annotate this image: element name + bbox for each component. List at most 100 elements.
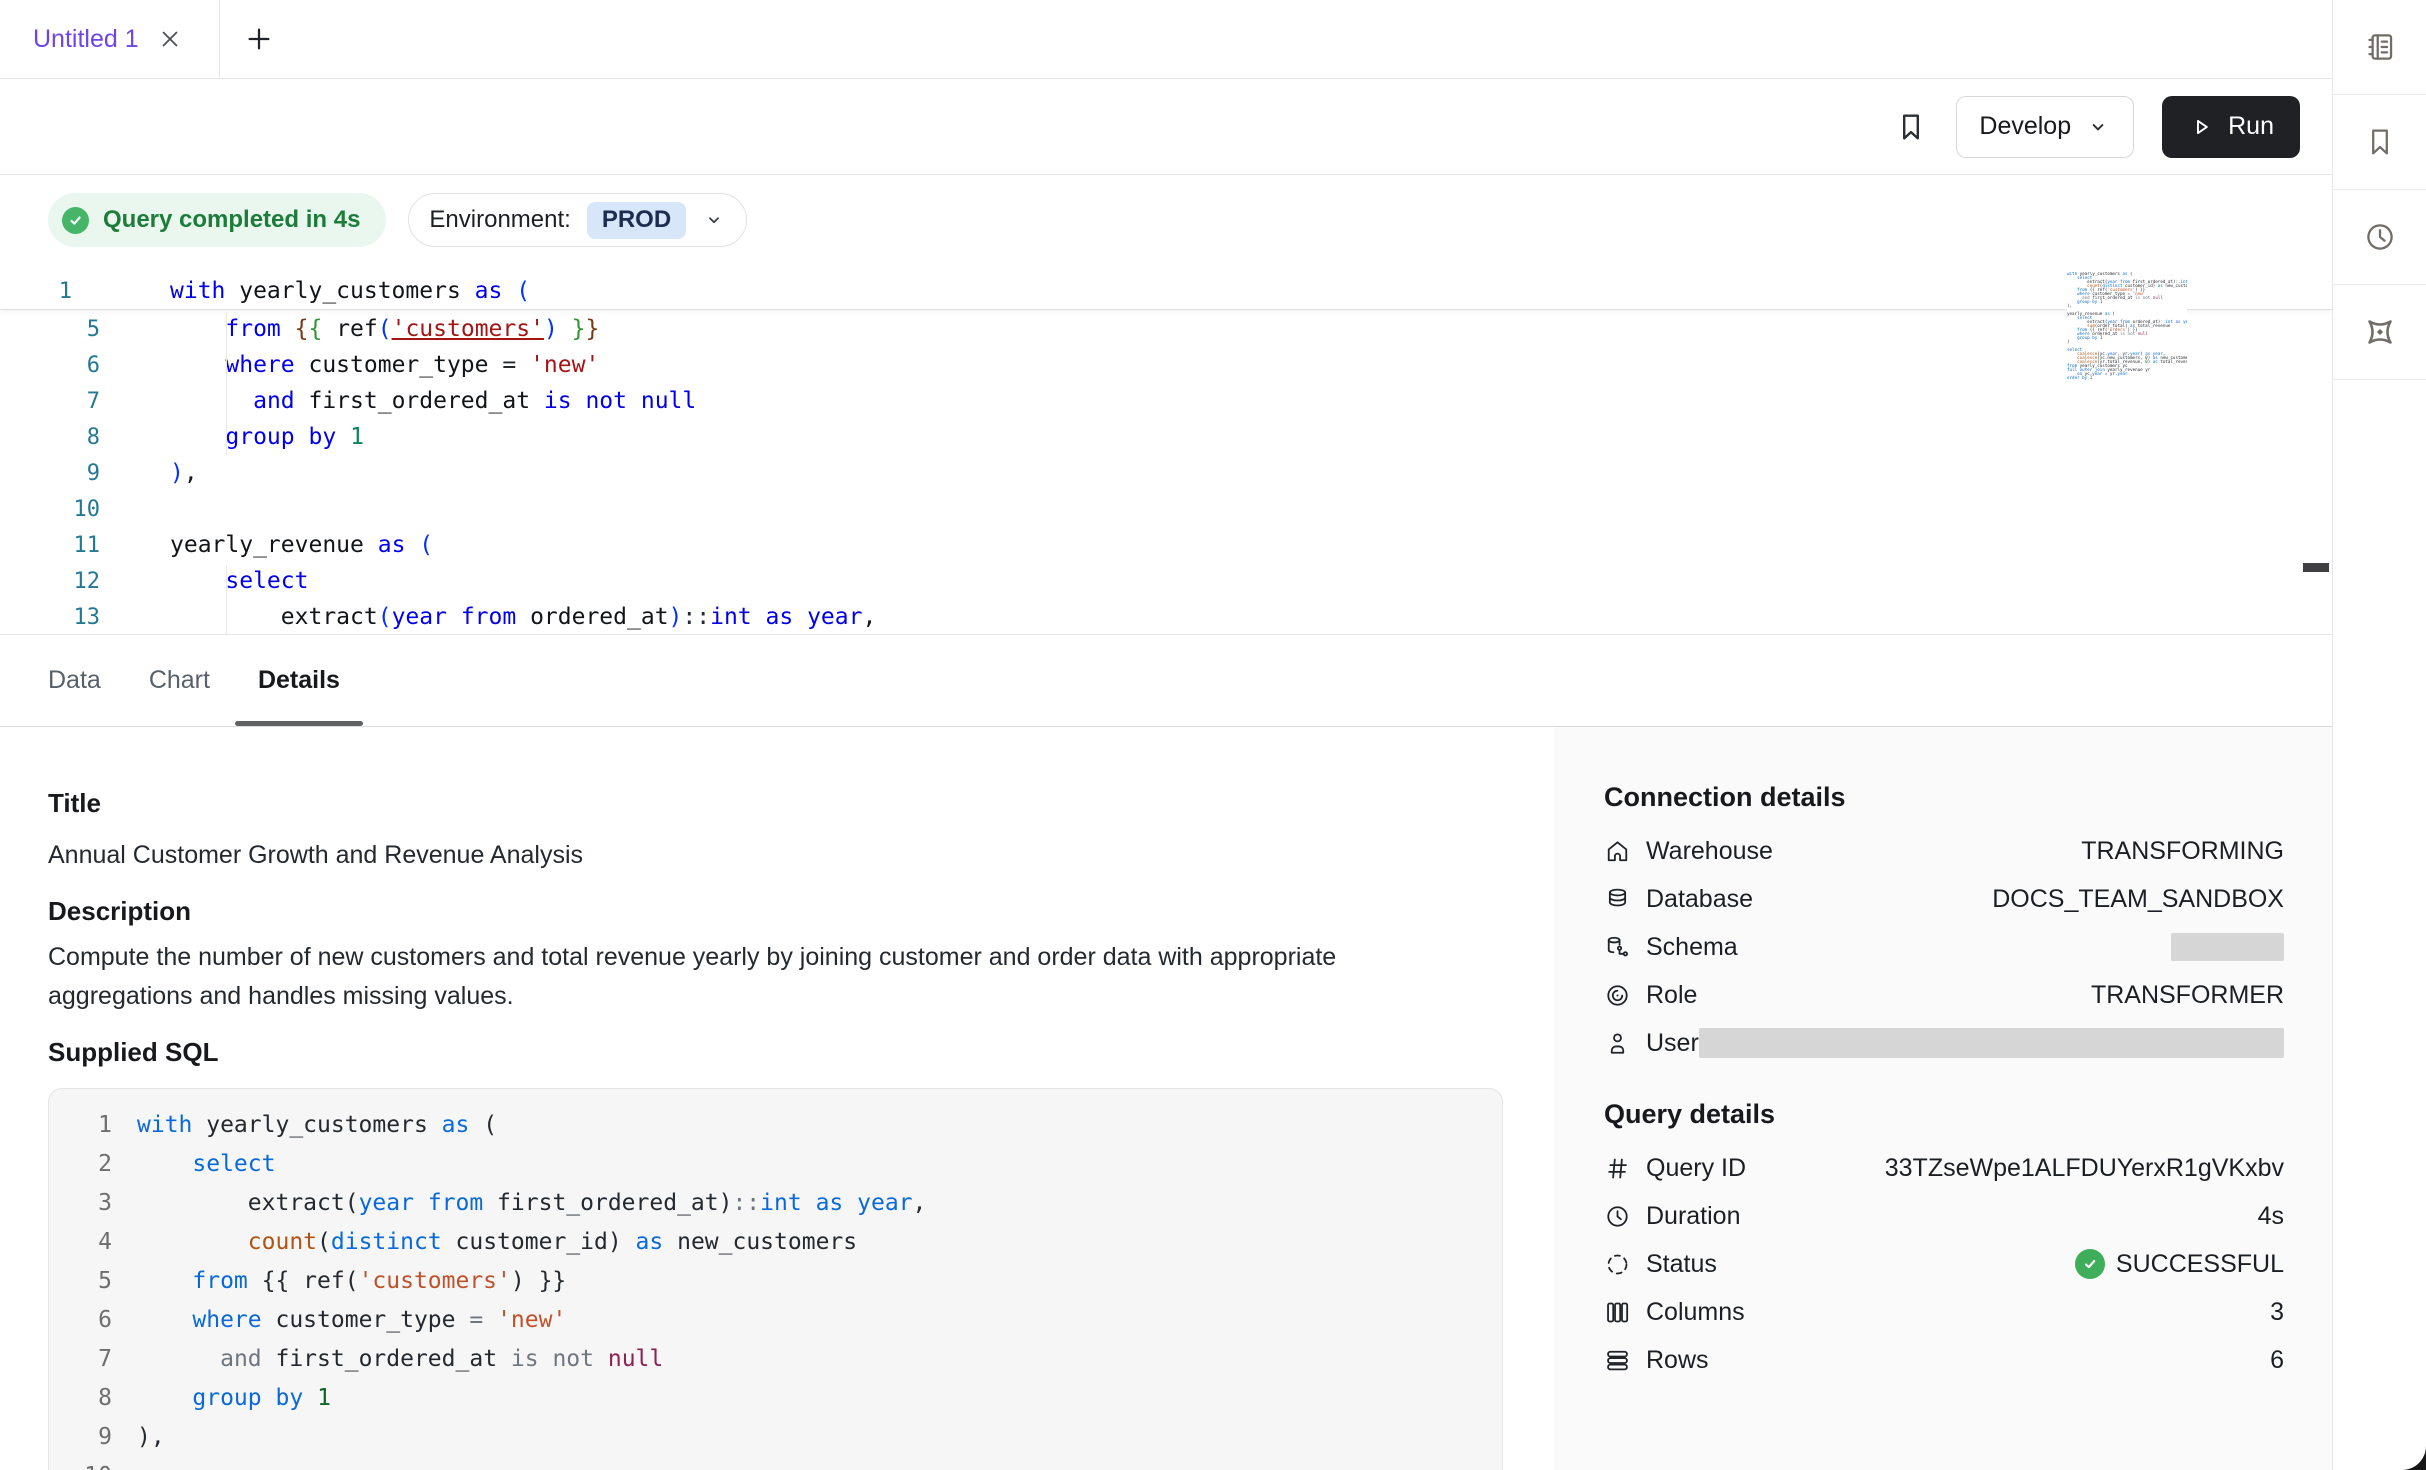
- line-number: 13: [0, 605, 135, 630]
- editor-line-10[interactable]: 10: [0, 491, 2332, 527]
- editor-minimap[interactable]: with yearly_customers as ( select extrac…: [2067, 272, 2187, 382]
- code-text: group by 1: [137, 1385, 331, 1411]
- bookmarks-panel-button[interactable]: [2333, 95, 2426, 190]
- editor-scrollbar-handle[interactable]: [2303, 563, 2329, 572]
- connection-row-schema: Schema: [1604, 923, 2284, 971]
- detail-value: DOCS_TEAM_SANDBOX: [1992, 885, 2284, 914]
- line-number: 1: [0, 279, 135, 304]
- code-text: from {{ ref('customers') }}: [137, 1268, 566, 1294]
- new-tab-icon[interactable]: [244, 24, 274, 54]
- detail-label: Schema: [1646, 933, 1738, 962]
- indent-guide: [226, 565, 227, 635]
- editor-line-6[interactable]: 6 where customer_type = 'new': [0, 347, 2332, 383]
- check-circle-icon: [62, 207, 89, 234]
- columns-icon: [1604, 1299, 1631, 1326]
- sql-line-2: 2 select: [66, 1144, 1502, 1183]
- right-icon-rail: [2332, 0, 2426, 1470]
- description-line: aggregations and handles missing values.: [48, 984, 1554, 1009]
- environment-value-chip: PROD: [587, 202, 686, 239]
- toolbar: Develop Run: [0, 79, 2332, 175]
- editor-line-5[interactable]: 5 from {{ ref('customers') }}: [0, 311, 2332, 347]
- sql-editor[interactable]: 1 with yearly_customers as ( 5 from {{ ref…: [0, 265, 2332, 635]
- detail-label: Duration: [1646, 1202, 1741, 1231]
- indent-guide: [226, 313, 227, 455]
- editor-lines: 1 with yearly_customers as ( 5 from {{ ref…: [0, 273, 2332, 635]
- detail-value: 6: [2270, 1346, 2284, 1375]
- line-number: 5: [66, 1268, 112, 1294]
- code-text: with yearly_customers as (: [137, 1112, 497, 1138]
- connection-row-role: RoleTRANSFORMER: [1604, 971, 2284, 1019]
- line-number: 8: [0, 425, 135, 450]
- code-text: and first_ordered_at is not null: [137, 1346, 663, 1372]
- code-text: count(distinct customer_id) as new_custo…: [137, 1229, 857, 1255]
- history-clock-icon: [2363, 220, 2397, 254]
- warehouse-icon: [1604, 838, 1631, 865]
- code-text: and first_ordered_at is not null: [170, 388, 696, 414]
- line-number: 11: [0, 533, 135, 558]
- query-row-status: StatusSUCCESSFUL: [1604, 1240, 2284, 1288]
- bookmark-icon[interactable]: [1894, 109, 1928, 145]
- window-corner: [2398, 1442, 2426, 1470]
- dbt-panel-button[interactable]: [2333, 285, 2426, 380]
- sql-line-8: 8 group by 1: [66, 1378, 1502, 1417]
- query-row-rows: Rows6: [1604, 1336, 2284, 1384]
- code-text: with yearly_customers as (: [170, 278, 530, 304]
- line-number: 1: [66, 1112, 112, 1138]
- editor-line-13[interactable]: 13 extract(year from ordered_at)::int as…: [0, 599, 2332, 635]
- run-button[interactable]: Run: [2162, 96, 2300, 158]
- detail-value: 3: [2270, 1298, 2284, 1327]
- detail-value: 4s: [2258, 1202, 2284, 1231]
- editor-line-12[interactable]: 12 select: [0, 563, 2332, 599]
- code-text: where customer_type = 'new': [170, 352, 599, 378]
- query-details-heading: Query details: [1604, 1099, 2284, 1130]
- line-number: 6: [66, 1307, 112, 1333]
- description-heading: Description: [48, 896, 1554, 927]
- code-text: select: [170, 568, 308, 594]
- query-status-text: Query completed in 4s: [103, 206, 360, 234]
- code-text: select: [137, 1151, 275, 1177]
- line-number: 2: [66, 1151, 112, 1177]
- tab-details[interactable]: Details: [258, 635, 340, 726]
- loader-icon: [1604, 1251, 1631, 1278]
- editor-line-8[interactable]: 8 group by 1: [0, 419, 2332, 455]
- tab-untitled-1[interactable]: Untitled 1: [0, 0, 220, 78]
- detail-label: User: [1646, 1029, 1699, 1058]
- detail-value: TRANSFORMING: [2081, 837, 2284, 866]
- query-status-pill: Query completed in 4s: [48, 193, 386, 247]
- line-number: 6: [0, 353, 135, 378]
- history-panel-button[interactable]: [2333, 190, 2426, 285]
- run-label: Run: [2228, 112, 2274, 141]
- chevron-down-icon: [702, 208, 726, 232]
- role-icon: [1604, 982, 1631, 1009]
- environment-selector[interactable]: Environment: PROD: [408, 193, 747, 247]
- editor-line-11[interactable]: 11yearly_revenue as (: [0, 527, 2332, 563]
- tab-data[interactable]: Data: [48, 635, 101, 726]
- line-number: 9: [0, 461, 135, 486]
- sql-line-9: 9),: [66, 1417, 1502, 1456]
- tab-chart[interactable]: Chart: [149, 635, 210, 726]
- line-number: 7: [66, 1346, 112, 1372]
- status-value: SUCCESSFUL: [2075, 1249, 2284, 1279]
- code-text: extract(year from ordered_at)::int as ye…: [170, 604, 876, 630]
- hash-icon: [1604, 1155, 1631, 1182]
- detail-value: 33TZseWpe1ALFDUYerxR1gVKxbv: [1885, 1154, 2284, 1183]
- supplied-sql-code-block[interactable]: 1with yearly_customers as (2 select3 ext…: [48, 1088, 1503, 1470]
- notebook-panel-button[interactable]: [2333, 0, 2426, 95]
- code-text: ),: [170, 460, 198, 486]
- connection-details-heading: Connection details: [1604, 782, 2284, 813]
- line-number: 4: [66, 1229, 112, 1255]
- schema-icon: [1604, 934, 1631, 961]
- query-row-query-id: Query ID33TZseWpe1ALFDUYerxR1gVKxbv: [1604, 1144, 2284, 1192]
- clock-icon: [1604, 1203, 1631, 1230]
- bookmark-icon: [2363, 125, 2397, 159]
- notebook-icon: [2363, 30, 2397, 64]
- code-text: group by 1: [170, 424, 364, 450]
- editor-line-9[interactable]: 9),: [0, 455, 2332, 491]
- details-panel: Title Annual Customer Growth and Revenue…: [0, 727, 2332, 1470]
- close-tab-icon[interactable]: [157, 26, 183, 52]
- develop-button[interactable]: Develop: [1956, 96, 2134, 158]
- editor-line-1[interactable]: 1 with yearly_customers as (: [0, 273, 2332, 310]
- line-number: 10: [0, 497, 135, 522]
- query-details-rows: Query ID33TZseWpe1ALFDUYerxR1gVKxbv Durat…: [1604, 1144, 2284, 1384]
- editor-line-7[interactable]: 7 and first_ordered_at is not null: [0, 383, 2332, 419]
